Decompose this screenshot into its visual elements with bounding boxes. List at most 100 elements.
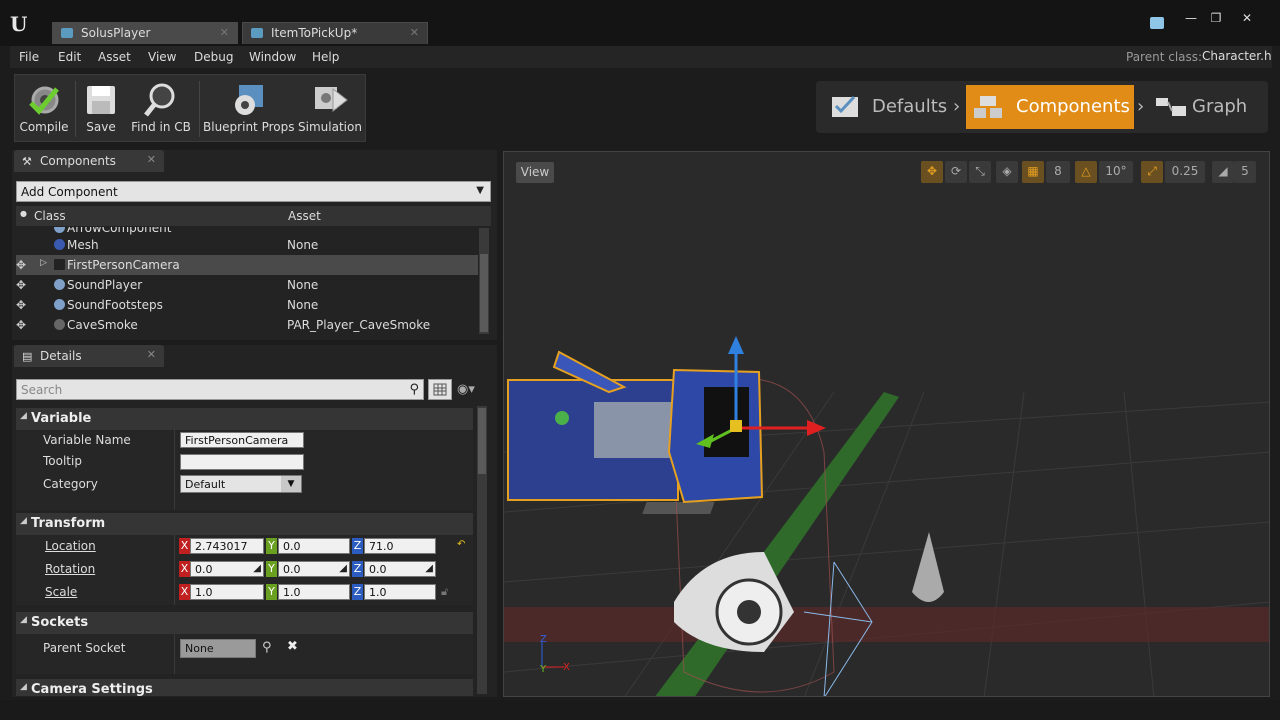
expand-arrow-icon[interactable]: ▷ [40, 258, 47, 268]
component-name: ArrowComponent [67, 227, 172, 235]
details-search-input[interactable]: Search ⚲ [16, 379, 424, 400]
variable-name-field[interactable]: FirstPersonCamera [180, 432, 304, 448]
column-asset[interactable]: Asset [288, 209, 321, 223]
menu-window[interactable]: Window [249, 50, 296, 64]
close-tab-icon[interactable]: ✕ [220, 26, 229, 39]
column-class[interactable]: Class [34, 209, 66, 223]
components-tab[interactable]: ⚒ Components ✕ [14, 150, 164, 172]
compile-button[interactable]: Compile [17, 75, 71, 141]
details-tab[interactable]: ▤ Details ✕ [14, 345, 164, 367]
viewport[interactable]: Z X Y View ✥ ⟳ ⤡ ◈ ▦ 8 △ 10° ⤢ 0.25 ◢ 5 [503, 151, 1270, 697]
mode-graph[interactable]: Graph [1150, 85, 1262, 129]
rotation-label[interactable]: Rotation [45, 562, 95, 576]
location-label[interactable]: Location [45, 539, 96, 553]
property-matrix-button[interactable] [428, 379, 452, 400]
scale-snap-icon[interactable]: ⤢ [1141, 161, 1163, 183]
menu-debug[interactable]: Debug [194, 50, 233, 64]
translate-mode-icon[interactable]: ✥ [921, 161, 943, 183]
scale-mode-icon[interactable]: ⤡ [969, 161, 991, 183]
component-name: CaveSmoke [67, 318, 138, 332]
close-tab-icon[interactable]: ✕ [410, 26, 419, 39]
menu-edit[interactable]: Edit [58, 50, 81, 64]
view-options-button[interactable]: View [516, 162, 554, 183]
tooltip-field[interactable] [180, 454, 304, 470]
category-dropdown[interactable]: Default ▼ [180, 475, 302, 493]
parent-socket-field[interactable]: None [180, 639, 256, 658]
axis-x-letter: X [563, 662, 570, 673]
close-tab-icon[interactable]: ✕ [147, 153, 156, 166]
parent-class-value[interactable]: Character.h [1202, 49, 1272, 63]
sound-icon [54, 299, 65, 310]
maximize-button[interactable]: ❐ [1206, 11, 1226, 27]
rotation-snap-value[interactable]: 10° [1099, 161, 1133, 183]
scale-x-field[interactable]: 1.0 [190, 584, 264, 600]
component-row-cavesmoke[interactable]: ✥ CaveSmoke PAR_Player_CaveSmoke [16, 315, 478, 335]
minimize-button[interactable]: — [1181, 11, 1201, 27]
component-row-soundfootsteps[interactable]: ✥ SoundFootsteps None [16, 295, 478, 315]
rotation-x-field[interactable]: 0.0 ◢ [190, 561, 264, 577]
component-row-soundplayer[interactable]: ✥ SoundPlayer None [16, 275, 478, 295]
reset-to-default-icon[interactable]: ↶ [457, 539, 465, 550]
toolbar-divider [75, 81, 76, 137]
move-handle-icon[interactable]: ✥ [16, 298, 30, 312]
blueprint-props-button[interactable]: Blueprint Props [203, 75, 294, 141]
mode-switcher: Defaults › Components › Graph [816, 81, 1268, 133]
move-handle-icon[interactable]: ✥ [16, 258, 30, 272]
y-axis-badge: Y [266, 584, 277, 600]
component-row-mesh[interactable]: Mesh None [16, 235, 478, 255]
scale-z-field[interactable]: 1.0 [364, 584, 436, 600]
z-axis-badge: Z [352, 584, 363, 600]
scale-snap-value[interactable]: 0.25 [1165, 161, 1205, 183]
location-x-field[interactable]: 2.743017 [190, 538, 264, 554]
section-sockets[interactable]: ◢ Sockets [16, 612, 473, 634]
menu-file[interactable]: File [19, 50, 39, 64]
location-z-field[interactable]: 71.0 [364, 538, 436, 554]
rotation-snap-icon[interactable]: △ [1075, 161, 1097, 183]
rotation-y-field[interactable]: 0.0 ◢ [278, 561, 350, 577]
component-row-firstpersoncamera[interactable]: ✥ ▷ FirstPersonCamera [16, 255, 478, 275]
tab-itemtopickup[interactable]: ItemToPickUp* ✕ [242, 22, 428, 44]
menu-help[interactable]: Help [312, 50, 339, 64]
scale-label[interactable]: Scale [45, 585, 77, 599]
close-button[interactable]: ✕ [1237, 11, 1257, 27]
gear-icon [235, 85, 263, 115]
move-handle-icon[interactable]: ✥ [16, 278, 30, 292]
menu-asset[interactable]: Asset [98, 50, 131, 64]
grid-snap-icon[interactable]: ▦ [1022, 161, 1044, 183]
browse-socket-icon[interactable]: ⚲ [262, 640, 272, 655]
clear-socket-icon[interactable]: ✖ [287, 639, 298, 654]
save-button[interactable]: Save [79, 75, 123, 141]
mode-components[interactable]: Components [966, 85, 1134, 129]
components-scrollbar[interactable] [479, 228, 489, 334]
scene-view[interactable]: Z X Y [504, 152, 1270, 697]
save-icon [87, 86, 115, 114]
spin-arrow-icon[interactable]: ◢ [425, 563, 433, 574]
add-component-dropdown[interactable]: Add Component ▼ [16, 181, 491, 202]
close-tab-icon[interactable]: ✕ [147, 348, 156, 361]
section-camera-settings[interactable]: ◢ Camera Settings [16, 679, 473, 696]
section-variable[interactable]: ◢ Variable [16, 408, 473, 430]
details-scrollbar[interactable] [477, 406, 487, 694]
rotate-mode-icon[interactable]: ⟳ [945, 161, 967, 183]
scrollbar-thumb[interactable] [480, 254, 488, 332]
camera-speed-icon[interactable]: ◢ [1212, 161, 1234, 183]
spin-arrow-icon[interactable]: ◢ [339, 563, 347, 574]
camera-speed-value[interactable]: 5 [1234, 161, 1256, 183]
visibility-eye-icon[interactable]: ◉▾ [457, 382, 475, 397]
menu-view[interactable]: View [148, 50, 176, 64]
grid-snap-value[interactable]: 8 [1046, 161, 1070, 183]
move-handle-icon[interactable]: ✥ [16, 318, 30, 332]
location-y-field[interactable]: 0.0 [278, 538, 350, 554]
section-transform[interactable]: ◢ Transform [16, 513, 473, 535]
lock-icon[interactable]: 🔓︎ [441, 585, 448, 599]
tab-soluspayer[interactable]: SolusPlayer ✕ [52, 22, 238, 44]
world-local-icon[interactable]: ◈ [996, 161, 1018, 183]
simulation-button[interactable]: Simulation [297, 75, 363, 141]
find-in-cb-button[interactable]: Find in CB [127, 75, 195, 141]
spin-arrow-icon[interactable]: ◢ [253, 563, 261, 574]
scrollbar-thumb[interactable] [478, 408, 486, 474]
scale-y-field[interactable]: 1.0 [278, 584, 350, 600]
rotation-z-field[interactable]: 0.0 ◢ [364, 561, 436, 577]
mode-defaults[interactable]: Defaults [824, 85, 954, 129]
feedback-icon[interactable] [1150, 17, 1164, 29]
